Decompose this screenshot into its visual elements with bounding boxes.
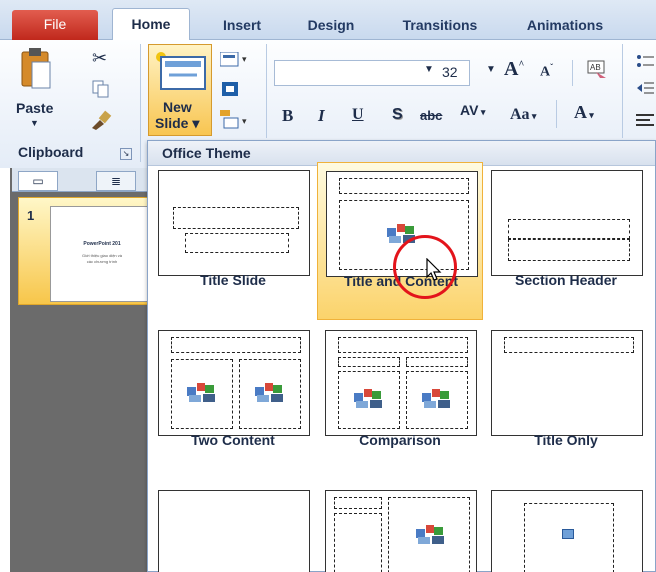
paste-dropdown-icon[interactable]: ▼ — [30, 118, 39, 128]
decrease-indent-icon[interactable] — [636, 80, 654, 96]
cut-icon[interactable]: ✂ — [92, 48, 107, 69]
layout-title-slide[interactable]: Title Slide — [150, 162, 316, 320]
change-case-label: Aa — [510, 106, 530, 123]
group-separator — [140, 44, 141, 162]
placeholder — [504, 337, 634, 353]
layout-preview — [158, 330, 310, 436]
slide-number: 1 — [27, 208, 35, 223]
tab-home[interactable]: Home — [112, 8, 190, 41]
bullets-icon[interactable] — [636, 54, 654, 70]
toolbar-divider — [556, 100, 557, 128]
layout-blank[interactable] — [150, 482, 316, 572]
grow-font-icon[interactable]: A^ — [504, 58, 524, 81]
shadow-button[interactable]: S — [392, 106, 403, 124]
reset-icon[interactable] — [220, 80, 242, 98]
tab-transitions[interactable]: Transitions — [385, 12, 495, 40]
thumb-subtitle-2: các chương trình — [86, 259, 118, 264]
layout-preview — [325, 330, 477, 436]
character-spacing-button[interactable]: AV ▾ — [460, 102, 485, 118]
content-icons — [416, 523, 446, 545]
underline-button[interactable]: U — [352, 106, 364, 124]
layout-preview — [491, 330, 643, 436]
italic-button[interactable]: I — [318, 106, 325, 126]
placeholder — [508, 239, 630, 261]
layout-preview — [158, 170, 310, 276]
mouse-pointer-icon — [426, 257, 442, 282]
toolbar-divider — [572, 60, 573, 86]
content-icons — [354, 387, 384, 409]
content-icons — [187, 381, 217, 403]
paste-button[interactable]: Paste — [16, 100, 53, 116]
group-separator — [266, 44, 267, 138]
new-slide-label-top: New — [163, 99, 192, 115]
placeholder — [334, 513, 382, 572]
character-spacing-label: AV — [460, 102, 479, 118]
font-color-button[interactable]: A ▾ — [574, 102, 594, 123]
layout-icon[interactable]: ▾ — [219, 51, 247, 70]
new-slide-button[interactable]: New Slide ▾ — [148, 44, 212, 136]
group-separator — [622, 44, 623, 138]
placeholder — [185, 233, 289, 253]
clipboard-group-label: Clipboard — [18, 144, 84, 160]
layout-label: Comparison — [359, 432, 441, 448]
format-painter-icon[interactable] — [90, 110, 112, 130]
layout-section-header[interactable]: Section Header — [483, 162, 649, 320]
layout-preview — [158, 490, 310, 572]
placeholder — [171, 337, 301, 353]
outline-tab-icon[interactable]: ≣ — [96, 171, 136, 191]
slide-thumbnail[interactable]: PowerPoint 201 Giới thiệu giao diện và c… — [50, 206, 152, 302]
tab-design[interactable]: Design — [290, 12, 372, 40]
change-case-button[interactable]: Aa ▾ — [510, 106, 536, 124]
placeholder — [338, 337, 468, 353]
layout-label: Section Header — [515, 272, 617, 288]
shrink-font-icon[interactable]: Aˇ — [540, 62, 553, 81]
font-size-dropdown-icon[interactable]: ▼ — [486, 64, 496, 75]
copy-icon[interactable] — [92, 80, 110, 98]
align-left-icon[interactable] — [636, 112, 654, 128]
layout-label: Two Content — [191, 432, 275, 448]
placeholder — [508, 219, 630, 239]
svg-text:AB: AB — [590, 63, 601, 72]
placeholder — [334, 497, 382, 509]
placeholder — [173, 207, 299, 229]
paste-icon[interactable] — [20, 48, 52, 92]
layout-title-and-content[interactable]: Title and Content — [317, 162, 483, 320]
tab-animations[interactable]: Animations — [510, 12, 620, 40]
content-icons — [255, 381, 285, 403]
layout-label: Title Slide — [200, 272, 266, 288]
svg-text:▾: ▾ — [242, 116, 247, 126]
font-size-box[interactable]: 32 — [440, 60, 458, 86]
layout-comparison[interactable]: Comparison — [317, 322, 483, 480]
placeholder — [338, 357, 400, 367]
thumb-title: PowerPoint 201 — [83, 241, 121, 247]
slides-tab-icon[interactable]: ▭ — [18, 171, 58, 191]
click-highlight-circle — [393, 235, 457, 299]
svg-text:▾: ▾ — [242, 54, 247, 64]
placeholder — [339, 178, 469, 194]
bold-button[interactable]: B — [282, 106, 293, 126]
layout-preview — [491, 170, 643, 276]
layout-two-content[interactable]: Two Content — [150, 322, 316, 480]
thumb-subtitle-1: Giới thiệu giao diện và — [82, 253, 122, 258]
picture-icon — [562, 529, 574, 539]
strikethrough-button[interactable]: abc — [420, 108, 442, 123]
tab-insert[interactable]: Insert — [202, 12, 282, 40]
layout-title-only[interactable]: Title Only — [483, 322, 649, 480]
layout-preview — [491, 490, 643, 572]
ribbon-tab-bar: File Home Insert Design Transitions Anim… — [0, 0, 656, 41]
layout-label: Title Only — [534, 432, 598, 448]
layout-picture-with-caption[interactable] — [483, 482, 649, 572]
section-icon[interactable]: ▾ — [220, 110, 250, 129]
dialog-launcher-icon[interactable]: ↘ — [120, 148, 132, 160]
clear-formatting-icon[interactable]: AB — [586, 58, 608, 80]
content-icons — [422, 387, 452, 409]
pane-tab-strip: ▭ ≣ — [12, 168, 150, 192]
layout-content-with-caption[interactable] — [317, 482, 483, 572]
tab-file[interactable]: File — [12, 10, 98, 40]
new-slide-label-bottom: Slide ▾ — [155, 115, 200, 131]
font-name-dropdown-icon[interactable]: ▼ — [424, 64, 434, 75]
layout-preview — [325, 490, 477, 572]
placeholder — [406, 357, 468, 367]
font-color-label: A — [574, 102, 587, 122]
